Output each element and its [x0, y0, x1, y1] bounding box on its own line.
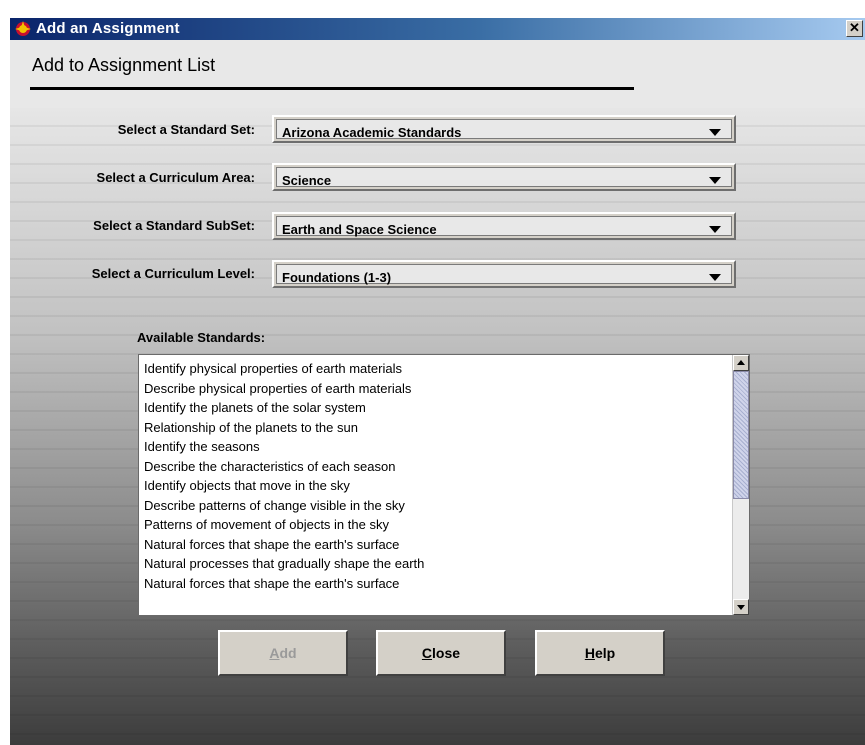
scrollbar-thumb[interactable] [733, 371, 749, 499]
list-item[interactable]: Describe patterns of change visible in t… [144, 496, 719, 516]
dialog-header: Add to Assignment List [10, 40, 865, 108]
vertical-scrollbar[interactable] [732, 355, 749, 615]
close-label-rest: lose [432, 645, 461, 661]
title-bar[interactable]: Add an Assignment ✕ [10, 18, 865, 40]
chevron-down-icon [709, 177, 721, 184]
list-item[interactable]: Identify the planets of the solar system [144, 398, 719, 418]
standards-items: Identify physical properties of earth ma… [144, 359, 719, 593]
curriculum-area-select[interactable]: Science [272, 163, 736, 191]
form-body: Select a Standard Set: Arizona Academic … [10, 108, 865, 745]
curriculum-level-value: Foundations (1-3) [282, 270, 392, 285]
close-icon[interactable]: ✕ [846, 20, 863, 37]
page-title: Add to Assignment List [32, 55, 216, 75]
list-item[interactable]: Identify objects that move in the sky [144, 476, 719, 496]
add-label-rest: dd [279, 645, 297, 661]
close-mnemonic: C [421, 645, 433, 661]
scroll-up-icon [737, 360, 745, 365]
standard-set-label: Select a Standard Set: [117, 122, 255, 137]
standard-set-select[interactable]: Arizona Academic Standards [272, 115, 736, 143]
standard-subset-label: Select a Standard SubSet: [93, 218, 255, 233]
window-title: Add an Assignment [36, 20, 180, 37]
help-label-rest: elp [594, 645, 616, 661]
list-item[interactable]: Describe the characteristics of each sea… [144, 457, 719, 477]
add-button[interactable]: Add [218, 630, 348, 676]
list-item[interactable]: Identify physical properties of earth ma… [144, 359, 719, 379]
list-item[interactable]: Natural processes that gradually shape t… [144, 554, 719, 574]
standard-set-value: Arizona Academic Standards [282, 125, 462, 140]
list-item[interactable]: Relationship of the planets to the sun [144, 418, 719, 438]
standard-subset-value: Earth and Space Science [282, 222, 437, 237]
app-icon [15, 21, 31, 36]
chevron-down-icon [709, 129, 721, 136]
list-item[interactable]: Natural forces that shape the earth's su… [144, 574, 719, 594]
add-assignment-window: Add an Assignment ✕ Add to Assignment Li… [0, 0, 865, 745]
scroll-down-button[interactable] [733, 599, 749, 615]
title-divider [30, 87, 634, 90]
available-standards-list[interactable]: Identify physical properties of earth ma… [138, 354, 750, 616]
list-item[interactable]: Patterns of movement of objects in the s… [144, 515, 719, 535]
curriculum-area-value: Science [282, 173, 332, 188]
chevron-down-icon [709, 226, 721, 233]
standard-subset-select[interactable]: Earth and Space Science [272, 212, 736, 240]
add-mnemonic: A [269, 645, 280, 661]
available-standards-label: Available Standards: [137, 330, 266, 345]
help-mnemonic: H [584, 645, 595, 661]
chevron-down-icon [709, 274, 721, 281]
list-item[interactable]: Describe physical properties of earth ma… [144, 379, 719, 399]
list-item[interactable]: Identify the seasons [144, 437, 719, 457]
list-item[interactable]: Natural forces that shape the earth's su… [144, 535, 719, 555]
help-button[interactable]: Help [535, 630, 665, 676]
scroll-down-icon [737, 605, 745, 610]
curriculum-level-select[interactable]: Foundations (1-3) [272, 260, 736, 288]
curriculum-area-label: Select a Curriculum Area: [96, 170, 255, 185]
close-button[interactable]: Close [376, 630, 506, 676]
scroll-up-button[interactable] [733, 355, 749, 371]
curriculum-level-label: Select a Curriculum Level: [91, 266, 255, 281]
